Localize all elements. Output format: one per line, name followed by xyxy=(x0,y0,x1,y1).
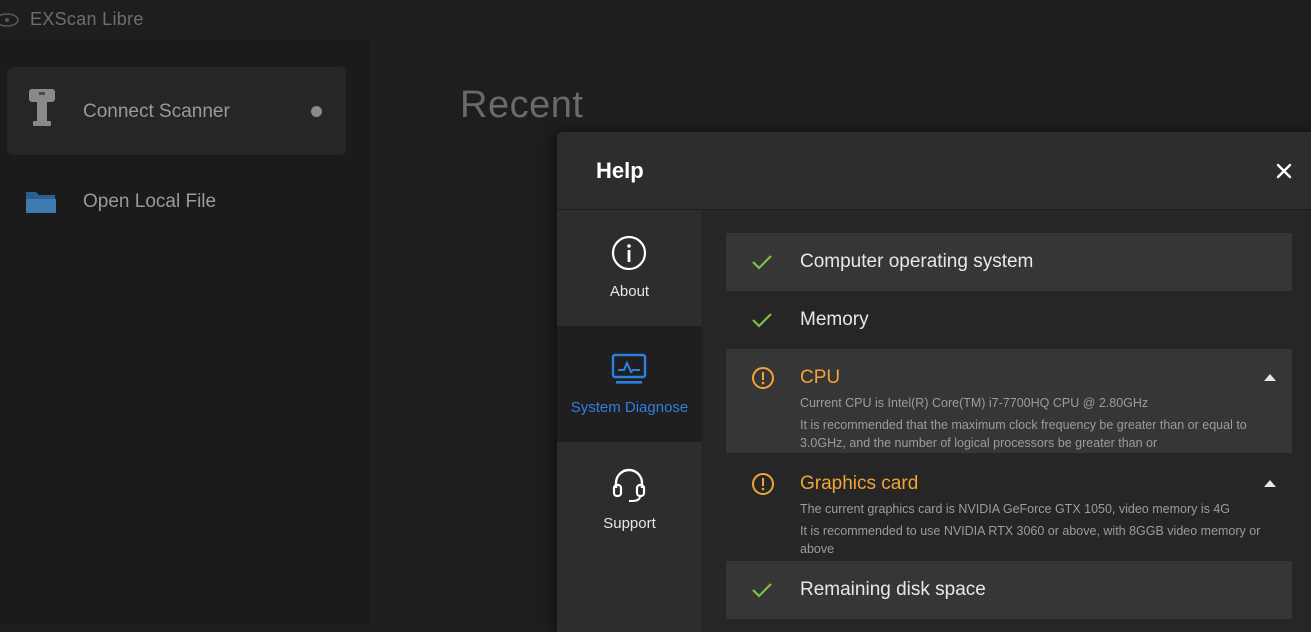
check-title: CPU xyxy=(800,367,841,388)
close-icon[interactable] xyxy=(1271,158,1297,184)
help-dialog: Help About System Diagnose Support Compu… xyxy=(557,132,1311,632)
info-icon xyxy=(611,235,647,271)
tab-about-label: About xyxy=(609,283,650,300)
check-recommendation: It is recommended to use NVIDIA RTX 3060… xyxy=(800,524,1261,556)
open-local-file-label: Open Local File xyxy=(83,191,217,212)
check-icon xyxy=(752,255,772,270)
help-dialog-header: Help xyxy=(557,132,1311,210)
help-side-nav: About System Diagnose Support xyxy=(557,210,703,632)
warning-icon xyxy=(752,367,774,389)
check-recommendation: It is recommended that the maximum clock… xyxy=(800,418,1247,450)
tab-about[interactable]: About xyxy=(557,210,702,326)
monitor-icon xyxy=(611,353,647,384)
check-title: Computer operating system xyxy=(800,251,1034,272)
collapse-caret-icon[interactable] xyxy=(1263,478,1277,488)
check-row-memory: Memory xyxy=(726,291,1292,349)
tab-system-diagnose-label: System Diagnose xyxy=(570,399,689,416)
system-diagnose-panel: Computer operating system Memory CPU Cur… xyxy=(703,210,1311,632)
title-bar: EXScan Libre xyxy=(0,0,1311,40)
check-row-disk: Remaining disk space xyxy=(726,561,1292,619)
check-current-value: The current graphics card is NVIDIA GeFo… xyxy=(800,502,1231,516)
folder-icon xyxy=(26,192,56,213)
check-row-os: Computer operating system xyxy=(726,233,1292,291)
check-row-cpu: CPU Current CPU is Intel(R) Core(TM) i7-… xyxy=(726,349,1292,453)
collapse-caret-icon[interactable] xyxy=(1263,372,1277,382)
check-row-graphics: Graphics card The current graphics card … xyxy=(726,455,1292,559)
warning-icon xyxy=(752,473,774,495)
connect-scanner-label: Connect Scanner xyxy=(83,101,230,122)
check-title: Graphics card xyxy=(800,473,919,494)
app-title: EXScan Libre xyxy=(30,9,144,29)
help-dialog-title: Help xyxy=(596,158,644,183)
headset-icon xyxy=(612,468,646,502)
check-icon xyxy=(752,313,772,328)
recent-title: Recent xyxy=(460,84,584,126)
scanner-icon xyxy=(29,89,55,126)
check-title: Memory xyxy=(800,309,869,330)
tab-system-diagnose[interactable]: System Diagnose xyxy=(557,326,702,442)
tab-support[interactable]: Support xyxy=(557,442,702,558)
check-title: Remaining disk space xyxy=(800,579,986,600)
scanner-status-dot xyxy=(311,106,322,117)
check-current-value: Current CPU is Intel(R) Core(TM) i7-7700… xyxy=(800,396,1149,410)
exscan-logo-icon xyxy=(0,13,19,27)
tab-support-label: Support xyxy=(603,515,656,532)
check-icon xyxy=(752,583,772,598)
